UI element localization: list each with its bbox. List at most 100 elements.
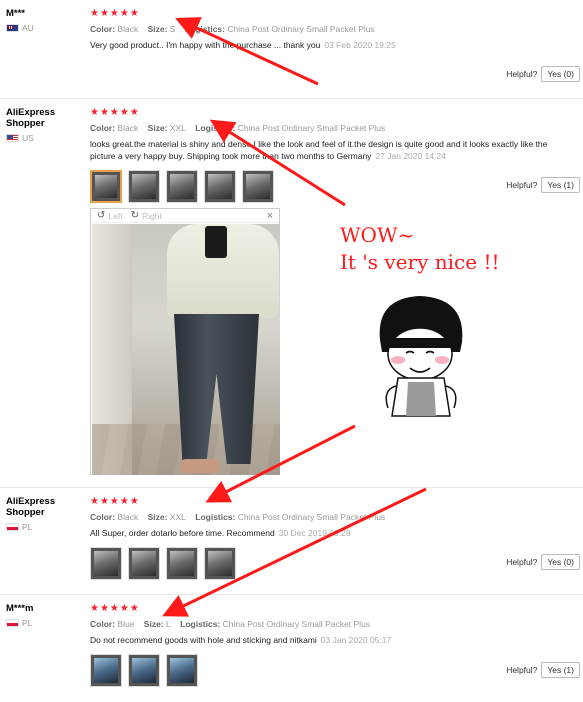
- rotate-left-button[interactable]: ↺ Left: [97, 210, 123, 221]
- color-label: Color:: [90, 512, 116, 522]
- reviewer-name: M***m: [6, 603, 34, 614]
- photo-thumbnail[interactable]: [90, 654, 122, 687]
- star-rating: ★★★★★: [90, 8, 140, 19]
- helpful-section: Helpful? Yes (0): [506, 66, 580, 82]
- order-info: Color: Black Size: XXL Logistics: China …: [90, 512, 583, 522]
- logistics-label: Logistics:: [195, 123, 236, 133]
- photo-thumbnail[interactable]: [128, 654, 160, 687]
- photo-thumbnail[interactable]: [166, 654, 198, 687]
- photo-thumbnail[interactable]: [204, 547, 236, 580]
- helpful-yes-button[interactable]: Yes (0): [541, 554, 580, 570]
- review-body: Do not recommend goods with hole and sti…: [90, 635, 317, 645]
- color-label: Color:: [90, 123, 116, 133]
- photo-thumbnail[interactable]: [166, 547, 198, 580]
- size-label: Size:: [147, 512, 168, 522]
- pl-flag-icon: [6, 523, 19, 531]
- review-date: 03 Feb 2020 19:25: [324, 40, 396, 50]
- reviewer-info: M*** AU: [6, 8, 84, 33]
- review-text: Do not recommend goods with hole and sti…: [90, 634, 570, 646]
- rotate-left-label: Left: [108, 210, 123, 221]
- order-info: Color: Black Size: XXL Logistics: China …: [90, 123, 583, 133]
- photo-thumbnail[interactable]: [204, 170, 236, 203]
- star-rating: ★★★★★: [90, 107, 140, 118]
- size-value: XXL: [169, 512, 186, 522]
- size-label: Size:: [147, 123, 168, 133]
- photo-thumbnail[interactable]: [128, 170, 160, 203]
- star-rating: ★★★★★: [90, 603, 140, 614]
- rotate-right-button[interactable]: ↻ Right: [131, 210, 162, 221]
- color-value: Blue: [117, 619, 135, 629]
- size-value: L: [166, 619, 171, 629]
- color-value: Black: [117, 24, 139, 34]
- reviewer-country: AU: [6, 23, 84, 33]
- helpful-yes-button[interactable]: Yes (1): [541, 177, 580, 193]
- logistics-label: Logistics:: [184, 24, 225, 34]
- reviewer-country: PL: [6, 522, 84, 532]
- country-code: PL: [22, 522, 33, 532]
- photo-thumbnail[interactable]: [128, 547, 160, 580]
- logistics-value: China Post Ordinary Small Packet Plus: [237, 123, 386, 133]
- order-info: Color: Blue Size: L Logistics: China Pos…: [90, 619, 583, 629]
- review-body: Very good product.. I'm happy with the p…: [90, 40, 321, 50]
- logistics-value: China Post Ordinary Small Packet Plus: [227, 24, 375, 34]
- reviewer-country: US: [6, 133, 84, 143]
- helpful-yes-button[interactable]: Yes (1): [541, 662, 580, 678]
- helpful-label: Helpful?: [506, 69, 538, 79]
- pl-flag-icon: [6, 619, 19, 627]
- review-item: M*** AU ★★★★★ Color: Black Size: S Logis…: [0, 0, 583, 99]
- size-label: Size:: [143, 619, 164, 629]
- order-info: Color: Black Size: S Logistics: China Po…: [90, 24, 583, 34]
- review-item: AliExpress Shopper PL ★★★★★ Color: Black…: [0, 488, 583, 595]
- review-text: Very good product.. I'm happy with the p…: [90, 39, 570, 51]
- logistics-label: Logistics:: [180, 619, 221, 629]
- color-label: Color:: [90, 619, 116, 629]
- color-label: Color:: [90, 24, 116, 34]
- review-body: looks great.the material is shiny and de…: [90, 139, 548, 161]
- review-date: 27 Jan 2020 14:24: [375, 151, 446, 161]
- close-icon[interactable]: ×: [267, 210, 273, 222]
- review-body: All Super, order dotarło before time. Re…: [90, 528, 275, 538]
- star-rating: ★★★★★: [90, 496, 140, 507]
- review-date: 03 Jan 2020 05:17: [320, 635, 392, 645]
- reviewer-info: AliExpress Shopper US: [6, 107, 84, 143]
- reviewer-name: AliExpress Shopper: [6, 496, 56, 518]
- size-value: XXL: [169, 123, 186, 133]
- helpful-yes-button[interactable]: Yes (0): [541, 66, 580, 82]
- logistics-value: China Post Ordinary Small Packet Plus: [237, 512, 386, 522]
- helpful-section: Helpful? Yes (1): [506, 662, 580, 678]
- review-item: M***m PL ★★★★★ Color: Blue Size: L Logis…: [0, 595, 583, 702]
- us-flag-icon: [6, 134, 19, 142]
- rotate-right-icon: ↻: [130, 210, 139, 221]
- helpful-label: Helpful?: [506, 557, 538, 567]
- country-code: US: [22, 133, 34, 143]
- helpful-section: Helpful? Yes (1): [506, 177, 580, 193]
- review-text: looks great.the material is shiny and de…: [90, 138, 570, 162]
- size-label: Size:: [147, 24, 168, 34]
- photo-thumbnail[interactable]: [90, 547, 122, 580]
- viewer-toolbar: ↺ Left ↻ Right: [91, 209, 279, 223]
- reviewer-name: M***: [6, 8, 26, 19]
- country-code: AU: [22, 23, 34, 33]
- photo-thumbnail[interactable]: [166, 170, 198, 203]
- color-value: Black: [117, 123, 139, 133]
- au-flag-icon: [6, 24, 19, 32]
- photo-viewer: ↺ Left ↻ Right ×: [90, 208, 280, 475]
- color-value: Black: [117, 512, 139, 522]
- helpful-label: Helpful?: [506, 180, 538, 190]
- caption-line-1: WOW~: [340, 223, 415, 247]
- rotate-left-icon: ↺: [97, 210, 106, 221]
- rotate-right-label: Right: [141, 210, 162, 221]
- annotation-caption: WOW~ It 's very nice !!: [340, 222, 500, 276]
- logistics-value: China Post Ordinary Small Packet Plus: [222, 619, 371, 629]
- photo-thumbnail[interactable]: [90, 170, 122, 203]
- helpful-section: Helpful? Yes (0): [506, 554, 580, 570]
- reviewer-info: AliExpress Shopper PL: [6, 496, 84, 532]
- review-item: AliExpress Shopper US ★★★★★ Color: Black…: [0, 99, 583, 488]
- caption-line-2: It 's very nice !!: [340, 250, 500, 274]
- reviewer-name: AliExpress Shopper: [6, 107, 56, 129]
- country-code: PL: [22, 618, 33, 628]
- review-text: All Super, order dotarło before time. Re…: [90, 527, 570, 539]
- photo-thumbnail[interactable]: [242, 170, 274, 203]
- review-content: ★★★★★ Color: Black Size: S Logistics: Ch…: [90, 8, 583, 51]
- reviewer-country: PL: [6, 618, 84, 628]
